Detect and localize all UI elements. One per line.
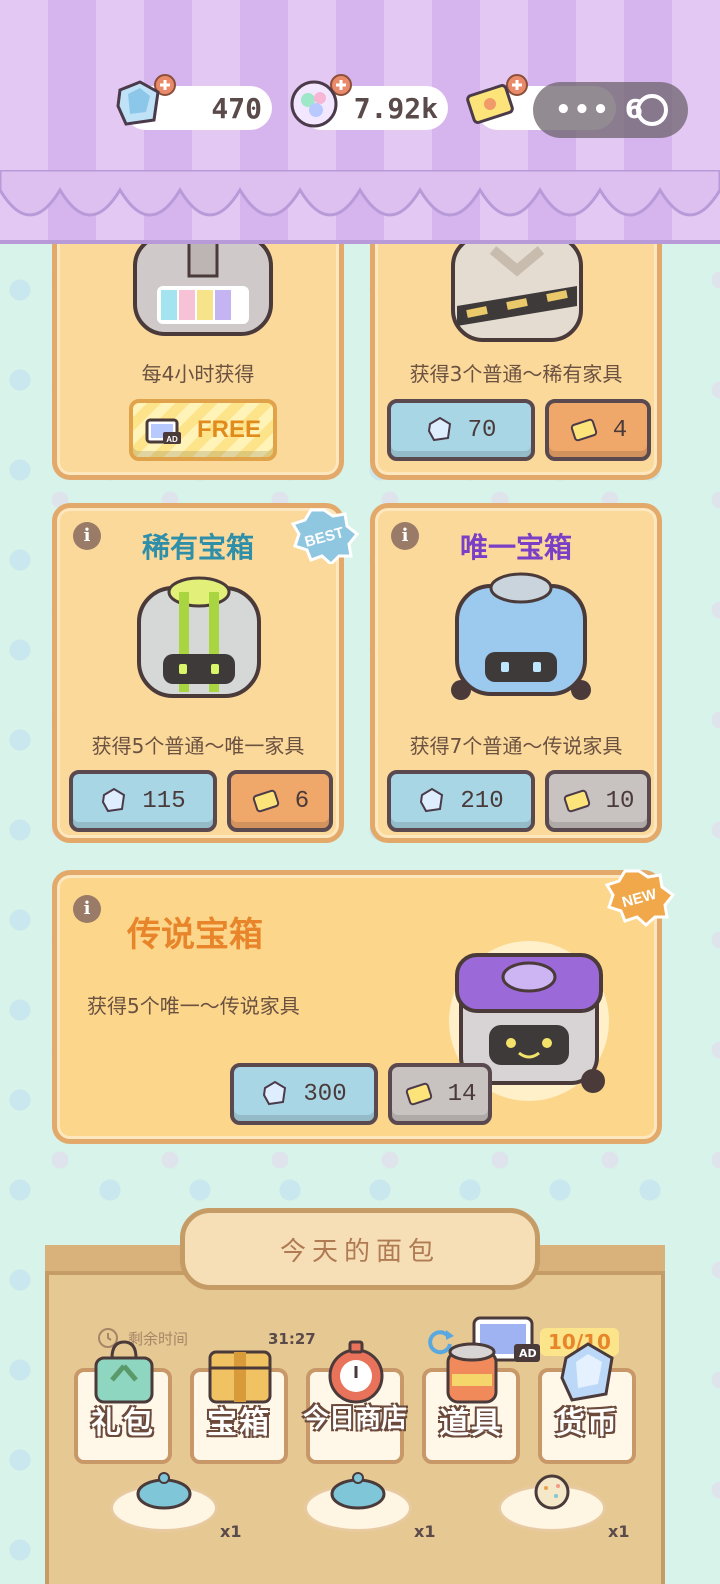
ad-label: AD [166,435,178,444]
ticket-icon [405,1082,432,1106]
orb-counter[interactable]: 7.92k [290,74,448,130]
blue-bun-icon [136,1472,192,1510]
unique-chest-icon [451,572,591,700]
stopwatch-icon [328,1340,384,1404]
ticket-price: 14 [447,1080,477,1108]
gem-price: 210 [460,787,504,815]
blue-bun-icon [330,1472,386,1510]
gem-price: 70 [467,416,497,444]
gem-count: 470 [211,91,262,125]
ticket-price: 6 [294,787,310,815]
rare-chest-card: i 稀有宝箱 BEST 获得5个普通～唯一家具 115 6 [52,503,359,843]
gem-counter[interactable]: 470 [116,74,272,130]
ticket-icon [252,789,279,813]
tab-label: 今日商店 [302,1404,407,1434]
wrapped-chest-icon [451,236,583,342]
card-description: 获得5个唯一～传说家具 [87,994,300,1018]
card-description: 获得5个普通～唯一家具 [91,734,305,758]
ticket-icon [563,789,590,813]
crystal-icon [560,1342,614,1402]
gem-price: 115 [142,787,186,815]
ad-chest-card: 每4小时获得 AD FREE [52,236,344,480]
item-count: x1 [220,1522,242,1541]
treasure-box-icon [208,1350,272,1404]
legend-chest-title: 传说宝箱 [127,915,263,955]
buy-with-tickets-button[interactable]: 6 [227,770,333,832]
buy-with-gems-button[interactable]: 210 [387,770,535,832]
buy-with-gems-button[interactable]: 115 [69,770,217,832]
ad-chest-icon [133,236,273,336]
tab-label: 道具 [439,1406,503,1441]
rare-chest-icon [137,576,261,698]
gem-icon [420,787,444,813]
mini-program-capsule[interactable]: ••• 6 [533,82,688,138]
orb-count: 7.92k [353,91,438,125]
buy-with-tickets-button[interactable]: 14 [388,1063,492,1125]
card-description: 每4小时获得 [141,362,255,386]
potion-jar-icon [446,1342,498,1404]
unique-chest-card: i 唯一宝箱 获得7个普通～传说家具 210 10 [370,503,662,843]
close-target-icon[interactable] [636,94,668,126]
gem-icon [427,416,451,442]
tab-label: 宝箱 [207,1406,271,1441]
item-count: x1 [414,1522,436,1541]
unique-chest-title: 唯一宝箱 [459,531,572,564]
watch-ad-free-button[interactable]: AD FREE [129,399,277,461]
gem-icon [116,80,160,126]
legend-chest-card: i 传说宝箱 NEW 获得5个唯一～传说家具 300 14 [52,869,675,1144]
tab-label: 礼包 [91,1406,155,1441]
ad-label: AD [519,1347,537,1360]
gem-icon [102,787,126,813]
gem-price: 300 [303,1080,347,1108]
buy-with-gems-button[interactable]: 300 [230,1063,378,1125]
todays-bread-sign: 今天的面包 [180,1208,540,1290]
tab-label: 货币 [555,1406,619,1441]
card-description: 获得3个普通～稀有家具 [409,362,623,386]
info-icon[interactable]: i [73,895,101,923]
gem-icon [263,1080,287,1106]
awning-scallops [0,170,720,217]
normal-chest-card: 获得3个普通～稀有家具 70 4 [370,236,662,480]
new-badge: NEW [604,869,675,927]
tv-ad-icon: AD [145,418,181,444]
more-menu-icon[interactable]: ••• [555,95,611,125]
item-count: x1 [608,1522,630,1541]
ticket-icon [570,418,597,442]
gift-bag-icon [94,1340,154,1404]
best-badge: BEST [290,508,359,564]
free-label: FREE [196,416,261,443]
buy-with-tickets-button[interactable]: 4 [545,399,651,461]
buy-with-gems-button[interactable]: 70 [387,399,535,461]
cookie-icon [534,1474,570,1510]
rainbow-orb-icon [290,80,338,128]
card-description: 获得7个普通～传说家具 [409,734,623,758]
ticket-icon [466,84,514,124]
buy-with-tickets-button[interactable]: 10 [545,770,651,832]
ticket-price: 10 [605,787,635,815]
ticket-price: 4 [612,416,628,444]
